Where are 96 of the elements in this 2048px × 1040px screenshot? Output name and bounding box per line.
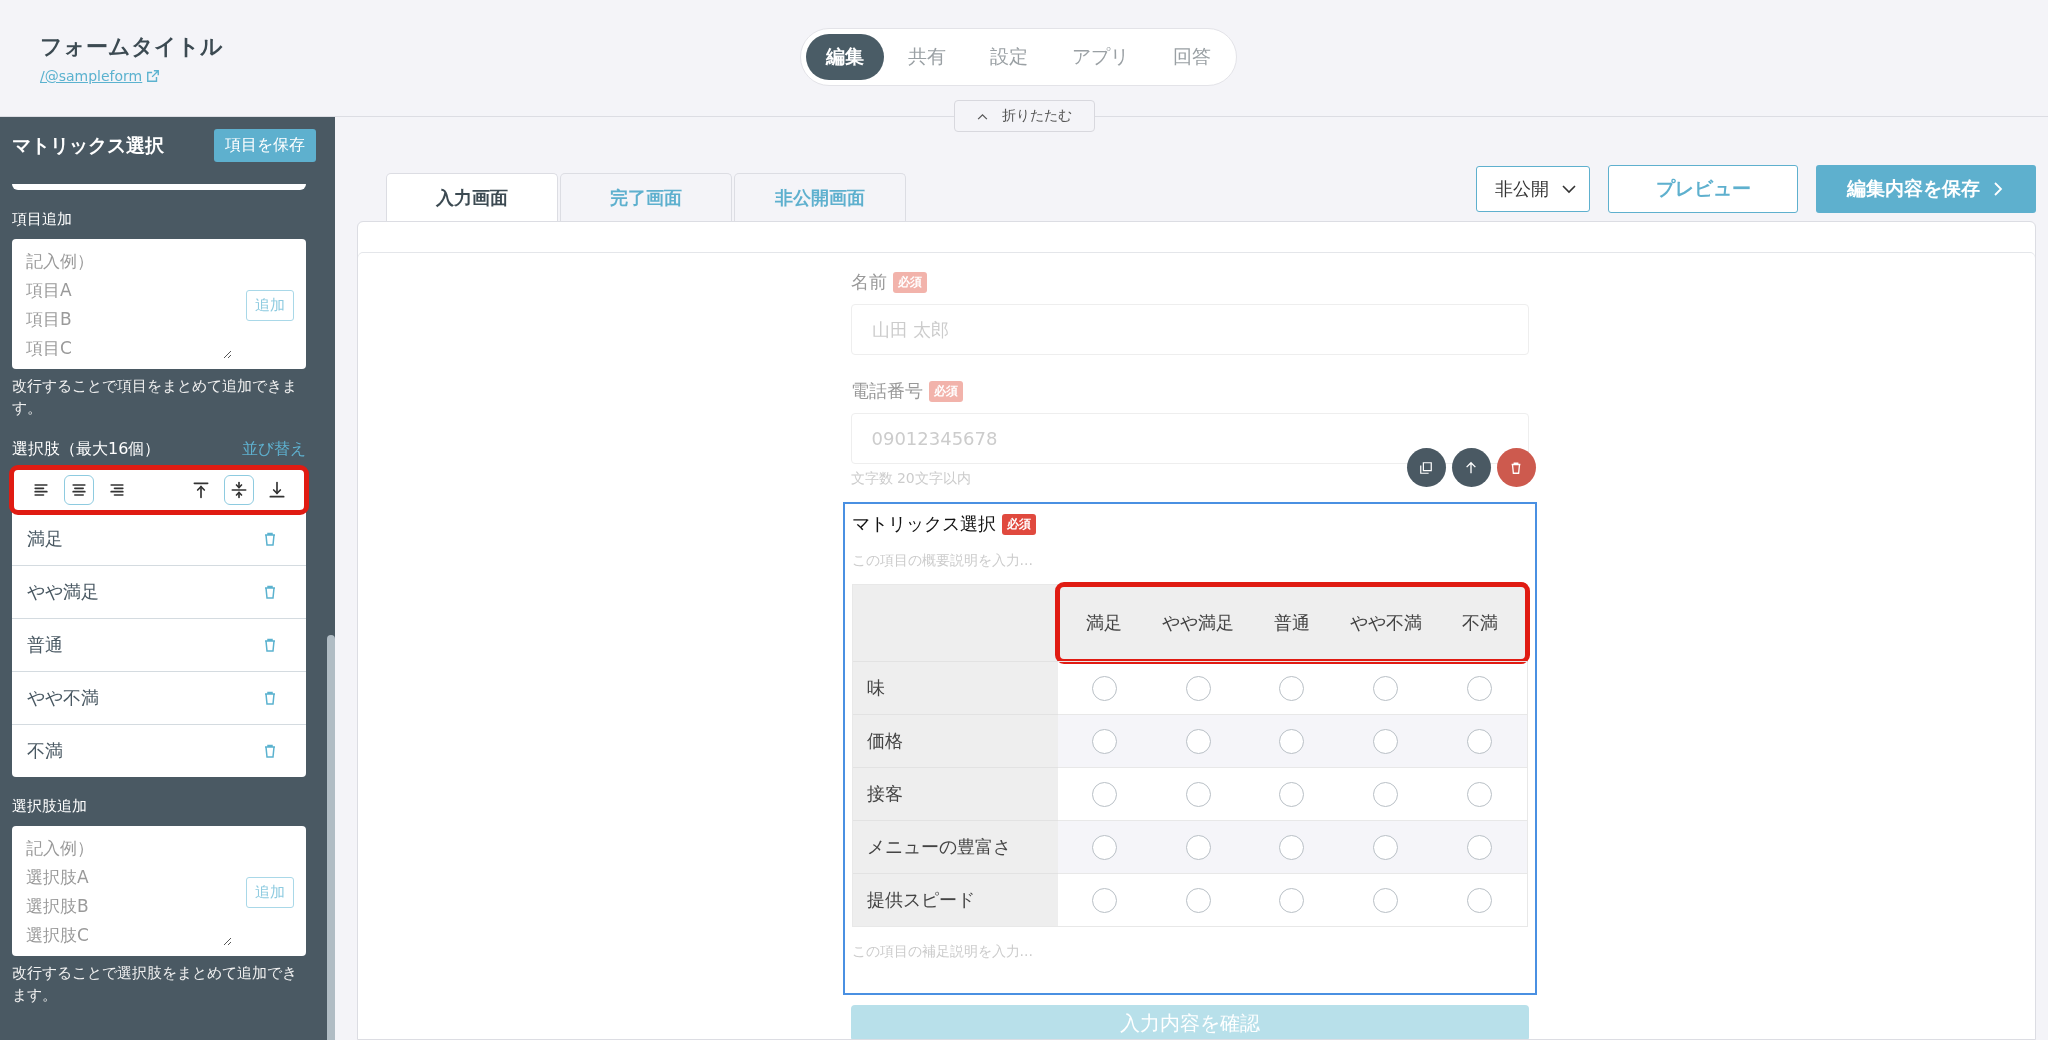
radio-button[interactable]: [1467, 887, 1493, 913]
radio-button[interactable]: [1467, 675, 1493, 701]
resize-handle-icon[interactable]: [222, 936, 232, 946]
screen-tab[interactable]: 完了画面: [560, 173, 732, 221]
preview-button[interactable]: プレビュー: [1608, 165, 1798, 213]
radio-button[interactable]: [1185, 675, 1211, 701]
save-item-button[interactable]: 項目を保存: [214, 129, 316, 162]
field-label: 電話番号: [850, 379, 923, 403]
valign-middle-icon: [229, 480, 249, 500]
confirm-button[interactable]: 入力内容を確認: [850, 1005, 1529, 1039]
mode-tab[interactable]: 共有: [888, 34, 966, 80]
radio-button[interactable]: [1467, 781, 1493, 807]
required-badge: 必須: [1001, 513, 1036, 535]
delete-button[interactable]: [1496, 448, 1536, 487]
external-link-icon: [146, 69, 161, 83]
placeholder-line: 選択肢C: [26, 924, 89, 947]
radio-button[interactable]: [1279, 728, 1305, 754]
radio-button[interactable]: [1467, 834, 1493, 860]
form-url-link[interactable]: /@sampleform: [40, 68, 143, 84]
choice-label: やや満足: [27, 580, 99, 604]
vertical-align-button[interactable]: [224, 475, 254, 505]
placeholder-line: 項目B: [26, 308, 72, 331]
radio-button[interactable]: [1279, 781, 1305, 807]
choice-label: 普通: [27, 633, 63, 657]
collapse-button[interactable]: 折りたたむ: [954, 100, 1095, 132]
radio-button[interactable]: [1373, 675, 1399, 701]
radio-button[interactable]: [1185, 887, 1211, 913]
valign-bottom-icon: [267, 480, 287, 500]
radio-button[interactable]: [1091, 781, 1117, 807]
radio-button[interactable]: [1279, 834, 1305, 860]
question-title: マトリックス選択: [851, 512, 996, 536]
scrollbar[interactable]: [327, 635, 335, 1040]
section-label: 選択肢追加: [12, 797, 88, 816]
row-header: 接客: [852, 767, 1058, 820]
copy-icon: [1419, 460, 1433, 475]
bulk-add-field[interactable]: 記入例） 項目A 項目B 項目C 追加: [12, 239, 306, 369]
trash-icon[interactable]: [262, 637, 278, 653]
row-header: 味: [852, 661, 1058, 714]
sort-link[interactable]: 並び替え: [242, 439, 306, 460]
mode-tab[interactable]: 設定: [970, 34, 1048, 80]
radio-button[interactable]: [1185, 834, 1211, 860]
radio-button[interactable]: [1467, 728, 1493, 754]
mode-tab[interactable]: 回答: [1153, 34, 1231, 80]
row-header: 価格: [852, 714, 1058, 767]
placeholder-line: 項目C: [26, 337, 72, 360]
screen-tab[interactable]: 入力画面: [386, 173, 558, 221]
add-button[interactable]: 追加: [246, 289, 294, 321]
trash-icon[interactable]: [262, 531, 278, 547]
radio-button[interactable]: [1185, 728, 1211, 754]
choice-label: やや不満: [27, 686, 99, 710]
row-header: 提供スピード: [852, 873, 1058, 926]
radio-button[interactable]: [1091, 887, 1117, 913]
form-title: フォームタイトル: [40, 33, 224, 61]
choice-label: 満足: [27, 527, 63, 551]
radio-button[interactable]: [1279, 887, 1305, 913]
help-text: 改行することで項目をまとめて追加できます。: [12, 377, 298, 418]
radio-button[interactable]: [1373, 887, 1399, 913]
section-label: 項目追加: [12, 210, 73, 229]
mode-tab[interactable]: 編集: [806, 34, 884, 80]
visibility-dropdown[interactable]: 非公開: [1476, 166, 1590, 212]
radio-button[interactable]: [1373, 728, 1399, 754]
trash-icon[interactable]: [262, 743, 278, 759]
radio-button[interactable]: [1091, 728, 1117, 754]
placeholder-line: 記入例）: [26, 250, 94, 273]
required-badge: 必須: [928, 380, 963, 402]
radio-button[interactable]: [1373, 834, 1399, 860]
placeholder-line: 選択肢B: [26, 895, 89, 918]
align-button[interactable]: [64, 475, 94, 505]
field-label: 名前: [850, 270, 887, 294]
required-badge: 必須: [892, 271, 927, 293]
chevron-up-icon: [977, 112, 988, 120]
choice-label: 不満: [27, 739, 63, 763]
placeholder-line: 記入例）: [26, 837, 94, 860]
resize-handle-icon[interactable]: [222, 349, 232, 359]
save-edits-button[interactable]: 編集内容を保存: [1816, 165, 2036, 213]
trash-icon: [1509, 460, 1523, 475]
arrow-up-icon: [1464, 460, 1478, 475]
section-label: 選択肢（最大16個）: [12, 439, 161, 460]
placeholder-line: 項目A: [26, 279, 72, 302]
mode-tab[interactable]: アプリ: [1052, 34, 1149, 80]
radio-button[interactable]: [1185, 781, 1211, 807]
trash-icon[interactable]: [262, 584, 278, 600]
radio-button[interactable]: [1279, 675, 1305, 701]
row-header: メニューの豊富さ: [852, 820, 1058, 873]
panel-title: マトリックス選択: [12, 132, 164, 158]
screen-tab[interactable]: 非公開画面: [734, 173, 906, 221]
trash-icon[interactable]: [262, 690, 278, 706]
help-text: 改行することで選択肢をまとめて追加できます。: [12, 964, 298, 1005]
radio-button[interactable]: [1091, 675, 1117, 701]
add-button[interactable]: 追加: [246, 876, 294, 908]
radio-button[interactable]: [1091, 834, 1117, 860]
bulk-add-field[interactable]: 記入例） 選択肢A 選択肢B 選択肢C 追加: [12, 826, 306, 956]
placeholder-line: 選択肢A: [26, 866, 89, 889]
radio-button[interactable]: [1373, 781, 1399, 807]
column-header-row: 満足 やや満足 普通 やや不満 不満: [1057, 585, 1527, 661]
valign-top-icon: [191, 480, 211, 500]
